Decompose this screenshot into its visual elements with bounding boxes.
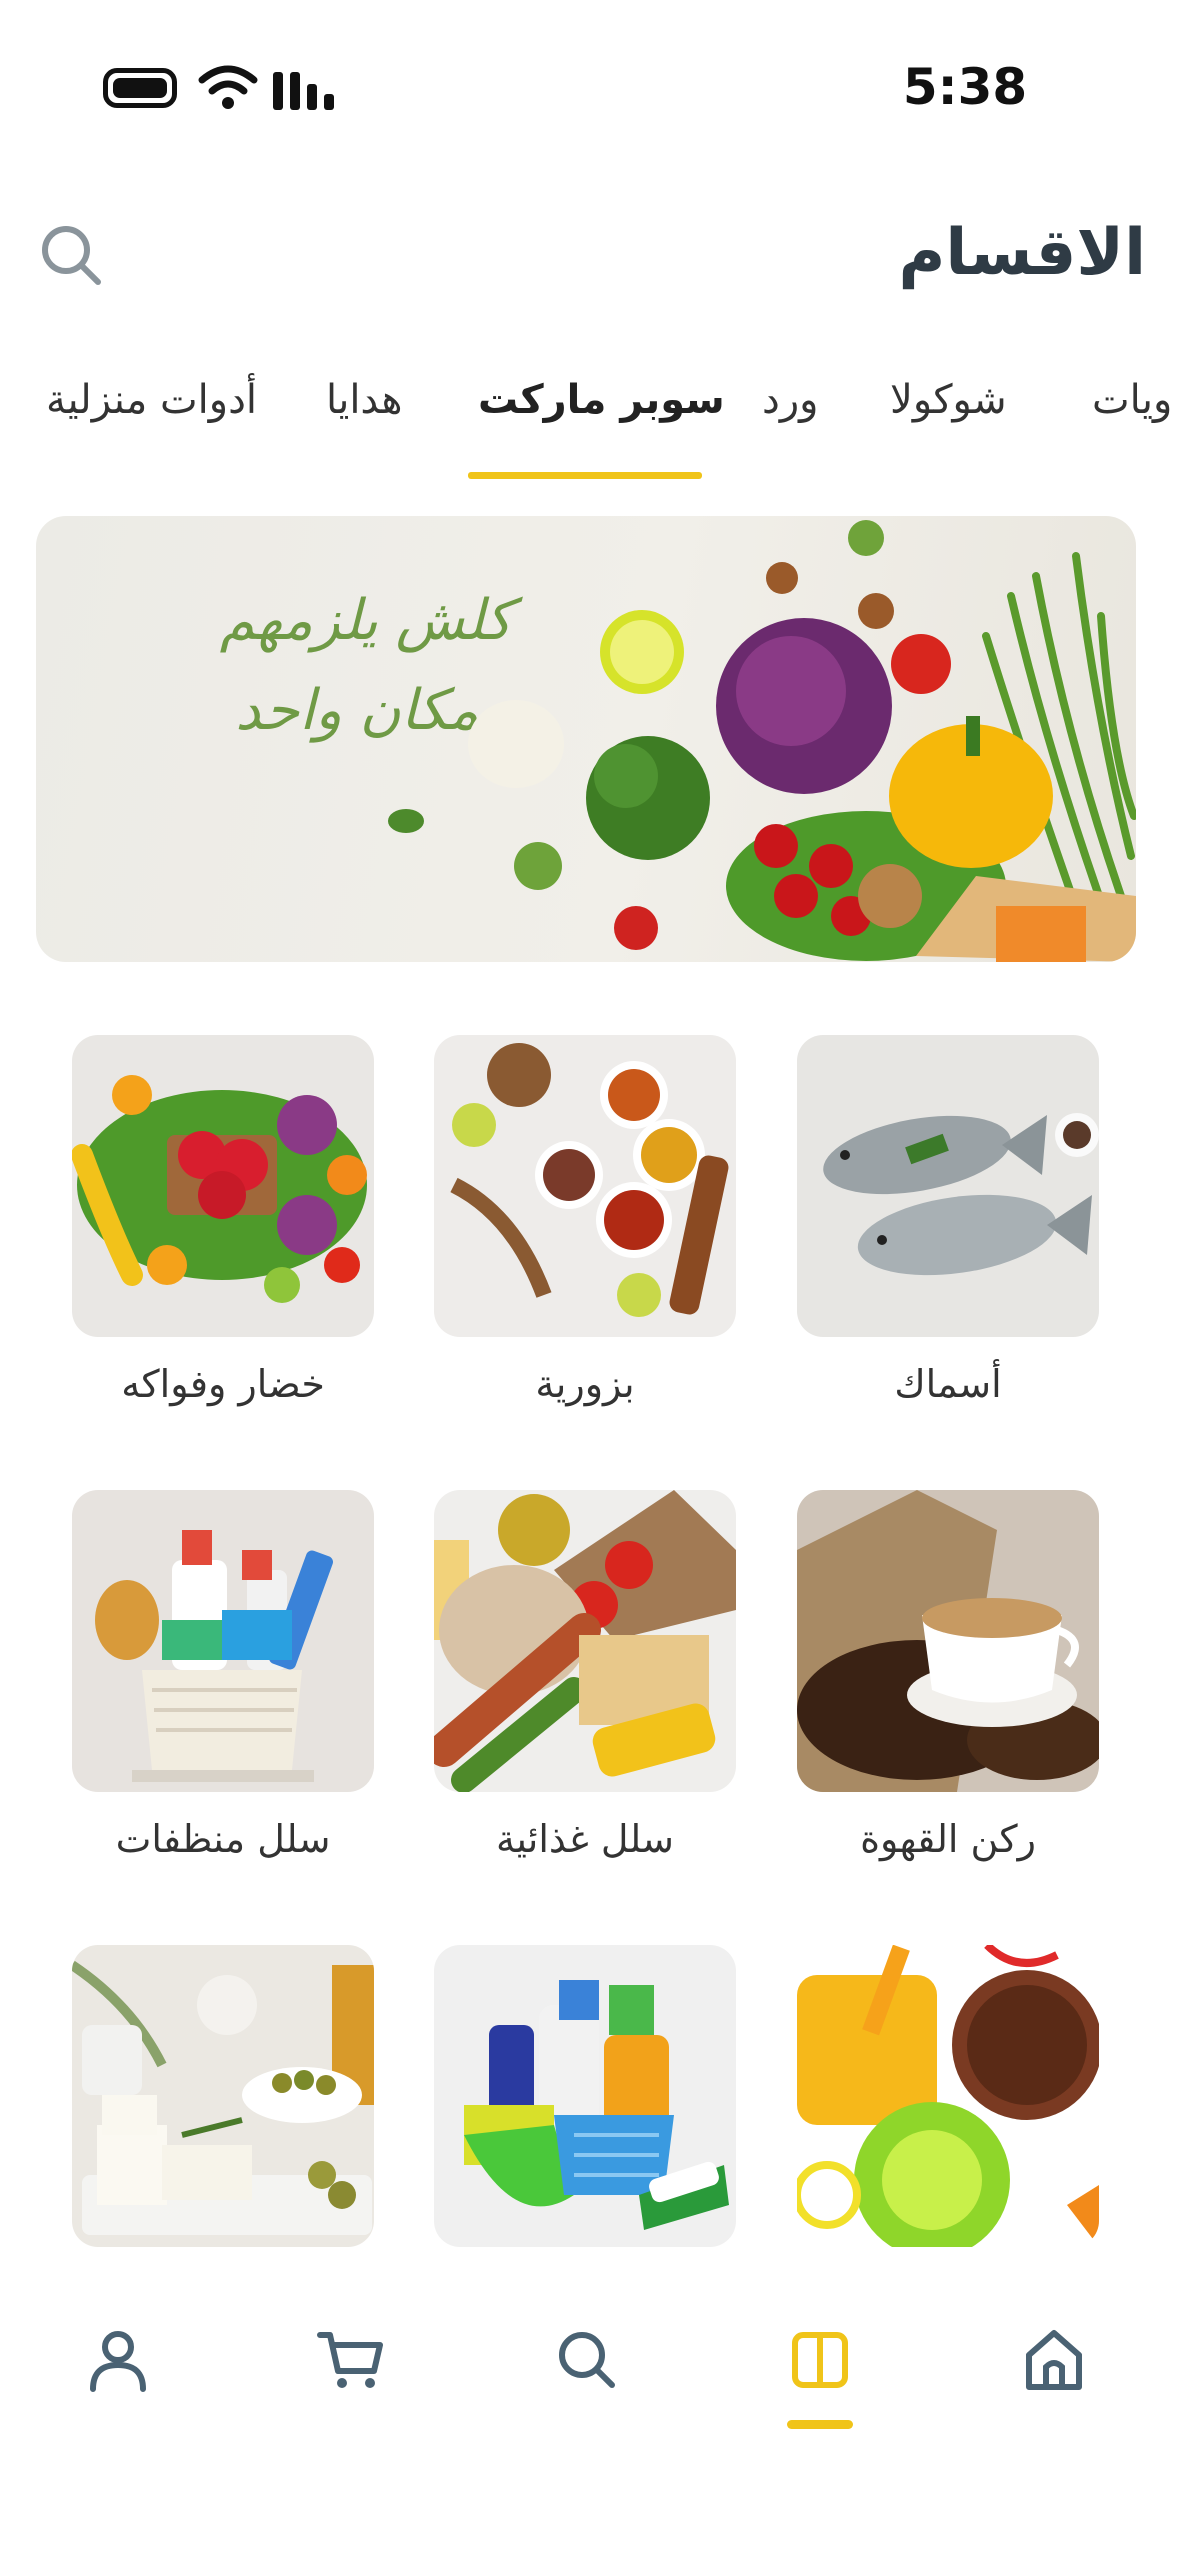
category-card[interactable]: سلل منظفات xyxy=(72,1490,374,1864)
category-label: بزورية xyxy=(535,1362,635,1406)
tab-sweets[interactable]: ويات xyxy=(1092,360,1172,440)
search-icon[interactable] xyxy=(38,222,104,288)
category-label: ركن القهوة xyxy=(860,1817,1036,1861)
vegetables-illustration xyxy=(388,520,1136,962)
tab-gifts[interactable]: هدايا xyxy=(326,360,403,440)
fish-image xyxy=(797,1035,1099,1337)
active-tab-indicator xyxy=(468,472,702,479)
bottom-navigation xyxy=(0,2255,1179,2556)
tab-flowers[interactable]: ورد xyxy=(762,360,818,440)
category-tabs: أدوات منزلية هدايا سوبر ماركت ورد شوكولا… xyxy=(0,360,1179,480)
page-title: الاقسام xyxy=(898,216,1146,290)
category-label: سلل غذائية xyxy=(495,1817,675,1861)
tab-chocolate[interactable]: شوكولا xyxy=(890,360,1007,440)
drinks-image xyxy=(797,1945,1099,2247)
category-card[interactable]: خضار وفواكه xyxy=(72,1035,374,1409)
category-label: أسماك xyxy=(894,1362,1002,1406)
active-nav-indicator xyxy=(787,2420,853,2429)
cart-icon[interactable] xyxy=(316,2325,386,2395)
battery-icon xyxy=(103,68,177,108)
status-bar: 5:38 xyxy=(0,0,1179,160)
cleaning-basket-image xyxy=(72,1490,374,1792)
profile-icon[interactable] xyxy=(83,2325,153,2395)
category-card[interactable]: ركن القهوة xyxy=(797,1490,1099,1864)
category-card[interactable] xyxy=(797,1945,1099,2247)
tab-home-tools[interactable]: أدوات منزلية xyxy=(46,360,257,440)
detergents-image xyxy=(434,1945,736,2247)
status-time: 5:38 xyxy=(902,58,1028,116)
cheese-image xyxy=(72,1945,374,2247)
category-card[interactable]: بزورية xyxy=(434,1035,736,1409)
categories-icon[interactable] xyxy=(785,2325,855,2395)
spices-image xyxy=(434,1035,736,1337)
vegetables-fruits-image xyxy=(72,1035,374,1337)
search-icon[interactable] xyxy=(552,2325,622,2395)
coffee-image xyxy=(797,1490,1099,1792)
wifi-icon xyxy=(198,65,258,109)
category-card[interactable] xyxy=(434,1945,736,2247)
category-card[interactable] xyxy=(72,1945,374,2247)
tab-supermarket[interactable]: سوبر ماركت xyxy=(478,360,725,440)
category-label: خضار وفواكه xyxy=(121,1362,325,1406)
home-icon[interactable] xyxy=(1019,2325,1089,2395)
category-label: سلل منظفات xyxy=(115,1817,331,1861)
category-card[interactable]: سلل غذائية xyxy=(434,1490,736,1864)
food-basket-image xyxy=(434,1490,736,1792)
promo-banner[interactable]: كلش يلزمهم بمكان واحد xyxy=(36,516,1136,962)
category-card[interactable]: أسماك xyxy=(797,1035,1099,1409)
signal-icon xyxy=(273,72,334,110)
